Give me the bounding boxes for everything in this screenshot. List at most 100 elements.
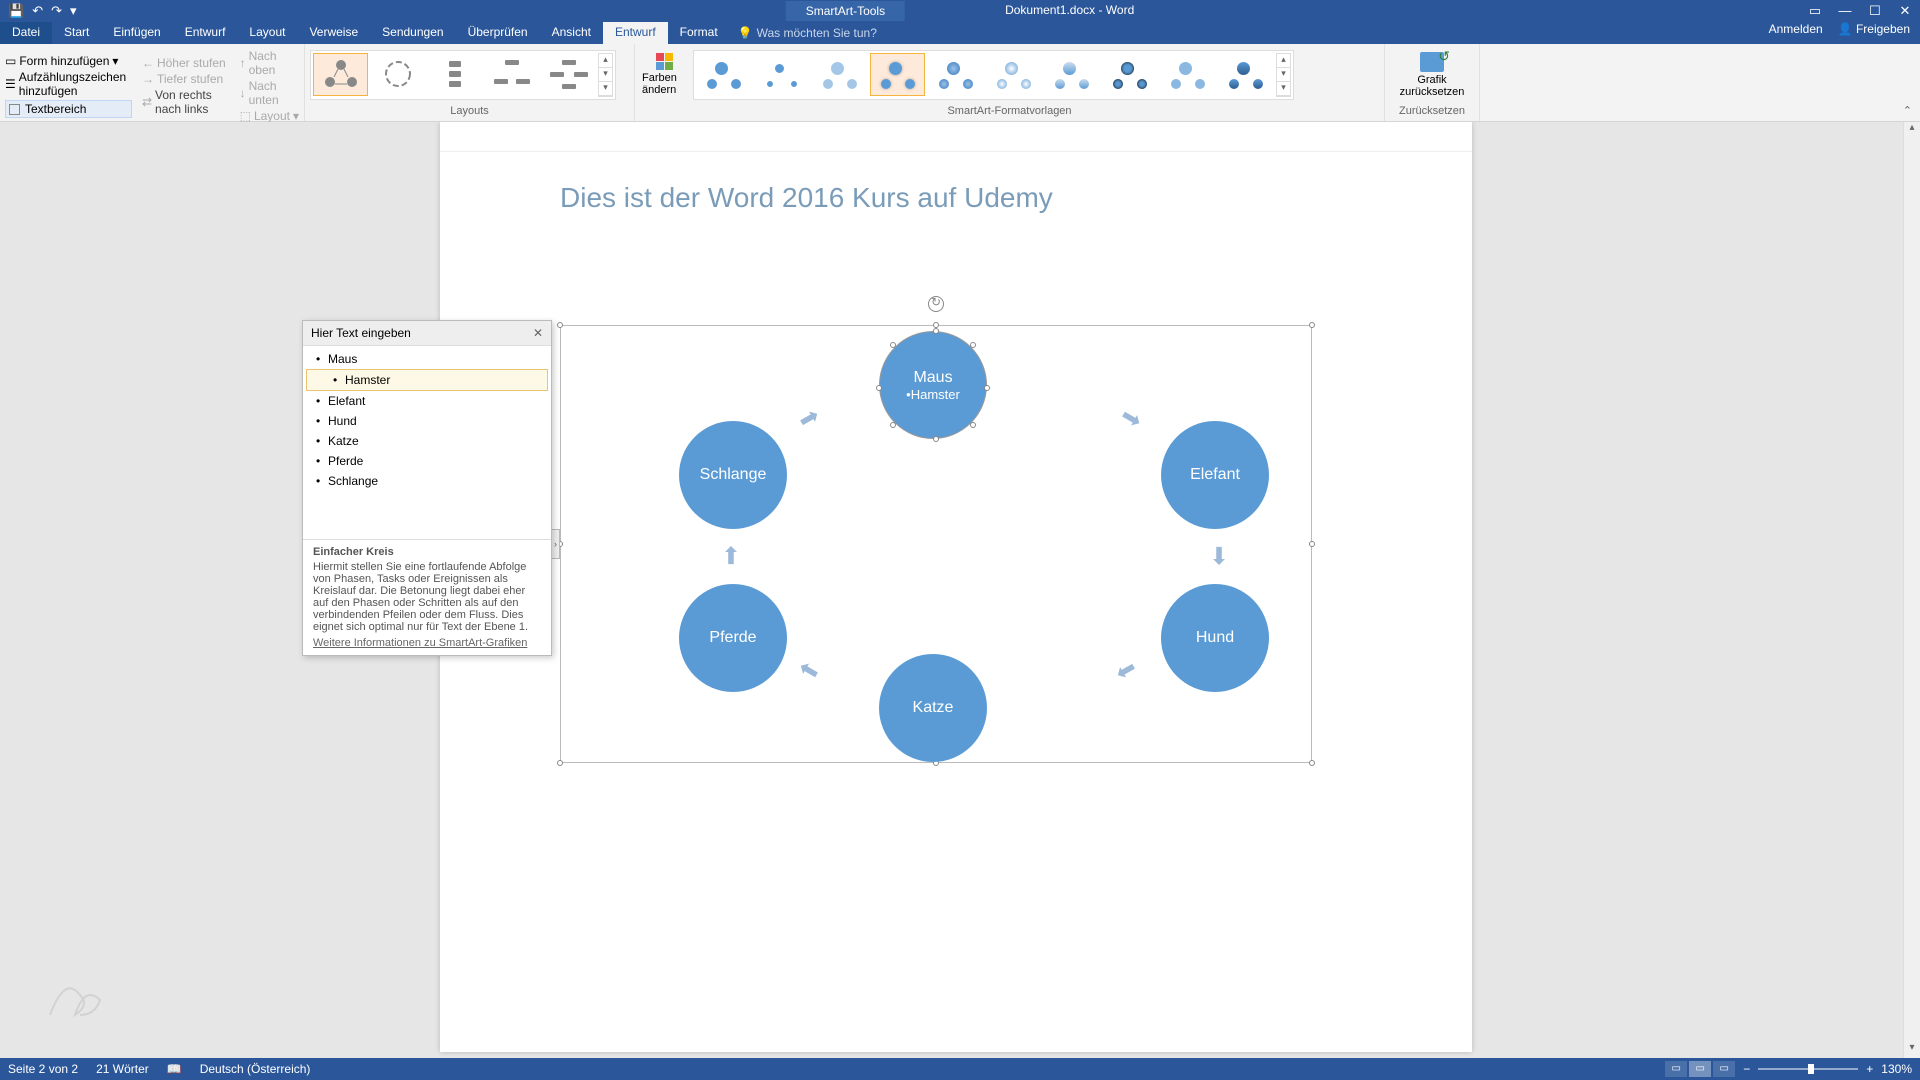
list-item[interactable]: Schlange — [306, 471, 548, 491]
tab-design[interactable]: Entwurf — [173, 22, 238, 44]
node-elefant[interactable]: Elefant — [1161, 421, 1269, 529]
cycle-arrow-icon: ➡ — [717, 545, 746, 565]
tab-file[interactable]: Datei — [0, 22, 52, 44]
text-pane-title: Hier Text eingeben — [311, 326, 411, 340]
add-shape-label: Form hinzufügen — [19, 54, 109, 68]
node-maus[interactable]: Maus •Hamster — [879, 331, 987, 439]
style-gallery-spinner[interactable]: ▴▾▾ — [1276, 53, 1291, 97]
node-schlange-label: Schlange — [700, 466, 767, 484]
style-thumb-4[interactable] — [870, 53, 925, 96]
style-thumb-9[interactable] — [1160, 53, 1215, 96]
reset-graphic-button[interactable]: Grafik zurücksetzen — [1390, 52, 1474, 98]
zoom-out-icon[interactable]: − — [1743, 1062, 1750, 1076]
node-hamster-label: •Hamster — [906, 387, 960, 402]
node-hund[interactable]: Hund — [1161, 584, 1269, 692]
resize-handle-tr[interactable] — [1309, 322, 1315, 328]
style-thumb-10[interactable] — [1218, 53, 1273, 96]
zoom-slider[interactable] — [1758, 1068, 1858, 1070]
rtl-button[interactable]: ⇄Von rechts nach links — [142, 88, 230, 116]
page-heading[interactable]: Dies ist der Word 2016 Kurs auf Udemy — [560, 182, 1352, 214]
layout-thumb-5[interactable] — [541, 53, 596, 96]
list-item[interactable]: Pferde — [306, 451, 548, 471]
read-mode-icon[interactable]: ▭ — [1665, 1061, 1687, 1077]
tab-home[interactable]: Start — [52, 22, 101, 44]
desc-title: Einfacher Kreis — [313, 546, 541, 558]
layout-thumb-4[interactable] — [484, 53, 539, 96]
node-katze[interactable]: Katze — [879, 654, 987, 762]
page-indicator[interactable]: Seite 2 von 2 — [8, 1062, 78, 1076]
style-thumb-3[interactable] — [812, 53, 867, 96]
layout-gallery-spinner[interactable]: ▴▾▾ — [598, 53, 613, 97]
layout-icon: ⬚ — [240, 109, 251, 123]
ribbon-options-icon[interactable]: ▭ — [1800, 3, 1830, 19]
save-icon[interactable]: 💾 — [8, 3, 24, 19]
share-button[interactable]: 👤 Freigeben — [1838, 22, 1910, 36]
demote-label: Tiefer stufen — [157, 72, 223, 86]
style-gallery[interactable]: ▴▾▾ — [693, 50, 1294, 100]
maximize-icon[interactable]: ☐ — [1860, 3, 1890, 19]
style-thumb-2[interactable] — [754, 53, 809, 96]
close-icon[interactable]: ✕ — [1890, 3, 1920, 19]
tab-view[interactable]: Ansicht — [540, 22, 603, 44]
undo-icon[interactable]: ↶ — [32, 3, 43, 19]
style-thumb-8[interactable] — [1102, 53, 1157, 96]
layout-thumb-1[interactable] — [313, 53, 368, 96]
resize-handle-tl[interactable] — [557, 322, 563, 328]
add-bullet-button[interactable]: ☰Aufzählungszeichen hinzufügen — [5, 70, 132, 98]
add-shape-button[interactable]: ▭Form hinzufügen ▾ — [5, 54, 132, 68]
layout-thumb-3[interactable] — [427, 53, 482, 96]
text-pane-list[interactable]: Maus Hamster Elefant Hund Katze Pferde S… — [303, 346, 551, 540]
zoom-in-icon[interactable]: + — [1866, 1062, 1873, 1076]
tab-layout[interactable]: Layout — [237, 22, 297, 44]
zoom-level[interactable]: 130% — [1881, 1062, 1912, 1076]
proofing-icon[interactable]: 📖 — [167, 1062, 182, 1076]
redo-icon[interactable]: ↷ — [51, 3, 62, 19]
tab-smartart-format[interactable]: Format — [668, 22, 730, 44]
qat-dropdown-icon[interactable]: ▾ — [70, 3, 77, 19]
tell-me-search[interactable]: 💡 Was möchten Sie tun? — [730, 22, 877, 44]
language-indicator[interactable]: Deutsch (Österreich) — [200, 1062, 311, 1076]
scroll-down-icon[interactable]: ▾ — [1904, 1042, 1920, 1058]
web-layout-icon[interactable]: ▭ — [1713, 1061, 1735, 1077]
resize-handle-br[interactable] — [1309, 760, 1315, 766]
list-item[interactable]: Hamster — [306, 369, 548, 391]
style-thumb-7[interactable] — [1044, 53, 1099, 96]
tab-review[interactable]: Überprüfen — [456, 22, 540, 44]
reset-label: Grafik zurücksetzen — [1390, 74, 1474, 98]
node-pferde[interactable]: Pferde — [679, 584, 787, 692]
tab-insert[interactable]: Einfügen — [101, 22, 172, 44]
layout-gallery[interactable]: ▴▾▾ — [310, 50, 616, 100]
minimize-icon[interactable]: — — [1830, 3, 1860, 19]
list-item[interactable]: Elefant — [306, 391, 548, 411]
resize-handle-bl[interactable] — [557, 760, 563, 766]
layout-dropdown: ⬚Layout ▾ — [240, 109, 299, 123]
list-item[interactable]: Katze — [306, 431, 548, 451]
style-thumb-1[interactable] — [696, 53, 751, 96]
word-count[interactable]: 21 Wörter — [96, 1062, 149, 1076]
style-thumb-5[interactable] — [928, 53, 983, 96]
layout-thumb-2[interactable] — [370, 53, 425, 96]
text-pane-close-icon[interactable]: ✕ — [533, 326, 543, 340]
rotate-handle[interactable] — [928, 296, 944, 312]
tab-smartart-design[interactable]: Entwurf — [603, 22, 668, 44]
tab-references[interactable]: Verweise — [297, 22, 370, 44]
vertical-scrollbar[interactable]: ▴ ▾ — [1903, 122, 1920, 1058]
smartart-frame[interactable]: › Maus •Hamster Elefant Hund Katze Pferd… — [560, 325, 1312, 763]
rtl-label: Von rechts nach links — [155, 88, 230, 116]
text-pane-toggle[interactable]: Textbereich — [5, 100, 132, 118]
sign-in-link[interactable]: Anmelden — [1769, 22, 1823, 36]
scroll-up-icon[interactable]: ▴ — [1904, 122, 1920, 138]
list-item[interactable]: Maus — [306, 349, 548, 369]
print-layout-icon[interactable]: ▭ — [1689, 1061, 1711, 1077]
text-pane-expand-tab[interactable]: › — [551, 529, 560, 559]
collapse-ribbon-icon[interactable]: ⌃ — [1903, 104, 1912, 117]
smartart-info-link[interactable]: Weitere Informationen zu SmartArt-Grafik… — [313, 637, 541, 649]
resize-handle-mr[interactable] — [1309, 541, 1315, 547]
node-schlange[interactable]: Schlange — [679, 421, 787, 529]
shape-add-icon: ▭ — [5, 54, 16, 68]
list-item[interactable]: Hund — [306, 411, 548, 431]
style-thumb-6[interactable] — [986, 53, 1041, 96]
text-pane[interactable]: Hier Text eingeben ✕ Maus Hamster Elefan… — [302, 320, 552, 656]
tab-mailings[interactable]: Sendungen — [370, 22, 455, 44]
change-colors-button[interactable]: Farben ändern — [640, 51, 688, 98]
